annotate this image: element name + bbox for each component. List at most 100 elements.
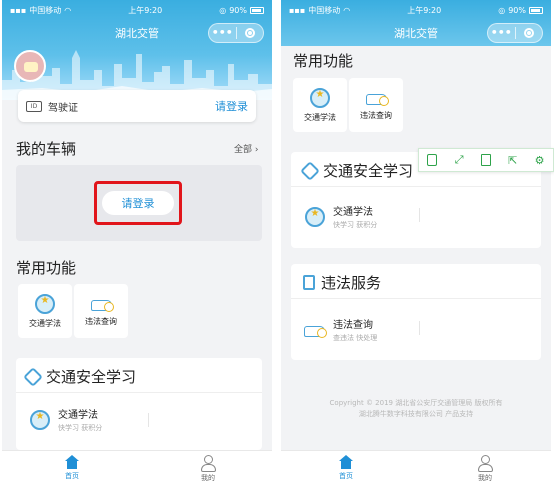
battery-percent: 90% bbox=[508, 5, 526, 15]
battery-percent: 90% bbox=[229, 5, 247, 15]
safety-study-title: 交通安全学习 bbox=[23, 366, 136, 387]
more-menu-button[interactable]: ••• bbox=[209, 24, 236, 42]
save-icon[interactable] bbox=[479, 153, 493, 167]
avatar[interactable] bbox=[14, 50, 46, 82]
tab-label: 我的 bbox=[201, 474, 215, 482]
location-icon: ◎ bbox=[219, 5, 227, 15]
chevron-right-icon: › bbox=[252, 145, 259, 155]
vehicle-login-button[interactable]: 请登录 bbox=[102, 191, 174, 215]
tab-label: 首页 bbox=[65, 472, 79, 480]
document-icon bbox=[303, 275, 315, 290]
study-item-title: 交通学法 bbox=[333, 207, 373, 218]
study-item[interactable]: 交通学法 快学习 获积分 bbox=[305, 203, 377, 230]
tab-label: 首页 bbox=[339, 472, 353, 480]
medal-icon bbox=[30, 409, 50, 430]
battery-icon bbox=[528, 6, 543, 14]
function-traffic-study[interactable]: 交通学法 bbox=[293, 78, 347, 132]
divider bbox=[291, 186, 541, 187]
medal-icon bbox=[305, 206, 325, 227]
person-icon bbox=[477, 455, 493, 472]
copy-icon[interactable] bbox=[425, 153, 439, 167]
signal-icon: ▪▪▪ bbox=[10, 5, 27, 15]
car-search-icon bbox=[303, 322, 327, 338]
target-icon bbox=[244, 28, 255, 38]
function-label: 违法查询 bbox=[360, 110, 392, 120]
all-label: 全部 bbox=[234, 145, 253, 155]
violation-title-text: 违法服务 bbox=[321, 274, 382, 292]
close-miniprogram-button[interactable] bbox=[516, 28, 543, 38]
tab-home[interactable]: 首页 bbox=[326, 455, 366, 481]
nav-bar: 湖北交管 ••• bbox=[2, 20, 272, 46]
study-section-icon bbox=[23, 366, 43, 387]
id-card-icon: ID bbox=[26, 100, 42, 112]
floating-toolbar: ⤢ ⇱ ⚙ bbox=[418, 148, 554, 172]
tab-bar: 首页 我的 bbox=[281, 450, 551, 490]
function-label: 违法查询 bbox=[85, 316, 117, 326]
home-icon bbox=[338, 455, 354, 469]
page-title: 湖北交管 bbox=[115, 27, 159, 40]
violation-item-subtitle: 查违法 快处理 bbox=[333, 334, 378, 342]
status-time: 上午9:20 bbox=[128, 5, 163, 15]
vehicle-login-highlight: 请登录 bbox=[94, 181, 182, 225]
violation-service-title: 违法服务 bbox=[303, 272, 381, 293]
tab-mine[interactable]: 我的 bbox=[465, 455, 505, 483]
settings-icon[interactable]: ⚙ bbox=[533, 153, 547, 167]
license-label: 驾驶证 bbox=[48, 102, 78, 114]
violation-item-title: 违法查询 bbox=[333, 320, 373, 331]
function-traffic-study[interactable]: 交通学法 bbox=[18, 284, 72, 338]
nav-bar: 湖北交管 ••• bbox=[281, 20, 551, 46]
home-icon bbox=[64, 455, 80, 469]
car-search-icon bbox=[90, 296, 114, 312]
violation-item[interactable]: 违法查询 查违法 快处理 bbox=[303, 316, 377, 343]
miniprogram-capsule: ••• bbox=[487, 23, 543, 43]
status-bar: ▪▪▪ 中国移动 ◠ 上午9:20 ◎ 90% bbox=[2, 0, 272, 20]
tab-home[interactable]: 首页 bbox=[52, 455, 92, 481]
common-functions-title: 常用功能 bbox=[293, 52, 354, 70]
medal-icon bbox=[35, 293, 55, 314]
common-functions-title: 常用功能 bbox=[16, 259, 77, 277]
function-label: 交通学法 bbox=[304, 112, 336, 122]
divider bbox=[419, 208, 420, 222]
function-violation-query[interactable]: 违法查询 bbox=[349, 78, 403, 132]
study-item-subtitle: 快学习 获积分 bbox=[333, 221, 378, 229]
function-label: 交通学法 bbox=[29, 318, 61, 328]
tab-bar: 首页 我的 bbox=[2, 450, 272, 490]
car-search-icon bbox=[365, 90, 389, 106]
my-vehicles-title: 我的车辆 bbox=[16, 140, 77, 158]
tab-label: 我的 bbox=[478, 474, 492, 482]
page-title: 湖北交管 bbox=[394, 27, 438, 40]
divider bbox=[148, 413, 149, 427]
divider bbox=[419, 321, 420, 335]
more-menu-button[interactable]: ••• bbox=[488, 24, 515, 42]
battery-icon bbox=[249, 6, 264, 14]
status-bar: ▪▪▪ 中国移动 ◠ 上午9:20 ◎ 90% bbox=[281, 0, 551, 20]
study-title-text: 交通安全学习 bbox=[323, 162, 414, 180]
tab-mine[interactable]: 我的 bbox=[188, 455, 228, 483]
left-phone-screen: ▪▪▪ 中国移动 ◠ 上午9:20 ◎ 90% 湖北交管 ••• ID 驾驶证 请登录… bbox=[2, 0, 272, 490]
target-icon bbox=[523, 28, 534, 38]
status-time: 上午9:20 bbox=[407, 5, 442, 15]
wifi-icon: ◠ bbox=[64, 5, 72, 15]
carrier-label: 中国移动 bbox=[29, 5, 62, 15]
copyright-line-2: 湖北腾牛数字科技有限公司 产品支持 bbox=[358, 410, 474, 418]
share-icon[interactable]: ⇱ bbox=[506, 153, 520, 167]
divider bbox=[16, 392, 262, 393]
study-item[interactable]: 交通学法 快学习 获积分 bbox=[30, 406, 102, 433]
study-item-subtitle: 快学习 获积分 bbox=[58, 424, 103, 432]
function-violation-query[interactable]: 违法查询 bbox=[74, 284, 128, 338]
right-phone-screen: ▪▪▪中国移动◠ 上午9:20 ◎90% 湖北交管 ••• 常用功能 交通学法 … bbox=[281, 0, 551, 490]
license-login-link[interactable]: 请登录 bbox=[215, 98, 248, 114]
driver-license-card[interactable]: ID 驾驶证 请登录 bbox=[18, 90, 256, 122]
copyright-line-1: Copyright © 2019 湖北省公安厅交通管理局 版权所有 bbox=[329, 399, 503, 407]
carrier-label: 中国移动 bbox=[308, 5, 341, 15]
divider bbox=[291, 298, 541, 299]
close-miniprogram-button[interactable] bbox=[237, 28, 264, 38]
study-item-title: 交通学法 bbox=[58, 410, 98, 421]
location-icon: ◎ bbox=[498, 5, 506, 15]
safety-study-title: 交通安全学习 bbox=[300, 160, 414, 181]
study-section-icon bbox=[300, 160, 320, 181]
fullscreen-icon[interactable]: ⤢ bbox=[452, 153, 466, 167]
person-icon bbox=[200, 455, 216, 472]
all-vehicles-link[interactable]: 全部 › bbox=[234, 142, 258, 155]
wifi-icon: ◠ bbox=[343, 5, 351, 15]
